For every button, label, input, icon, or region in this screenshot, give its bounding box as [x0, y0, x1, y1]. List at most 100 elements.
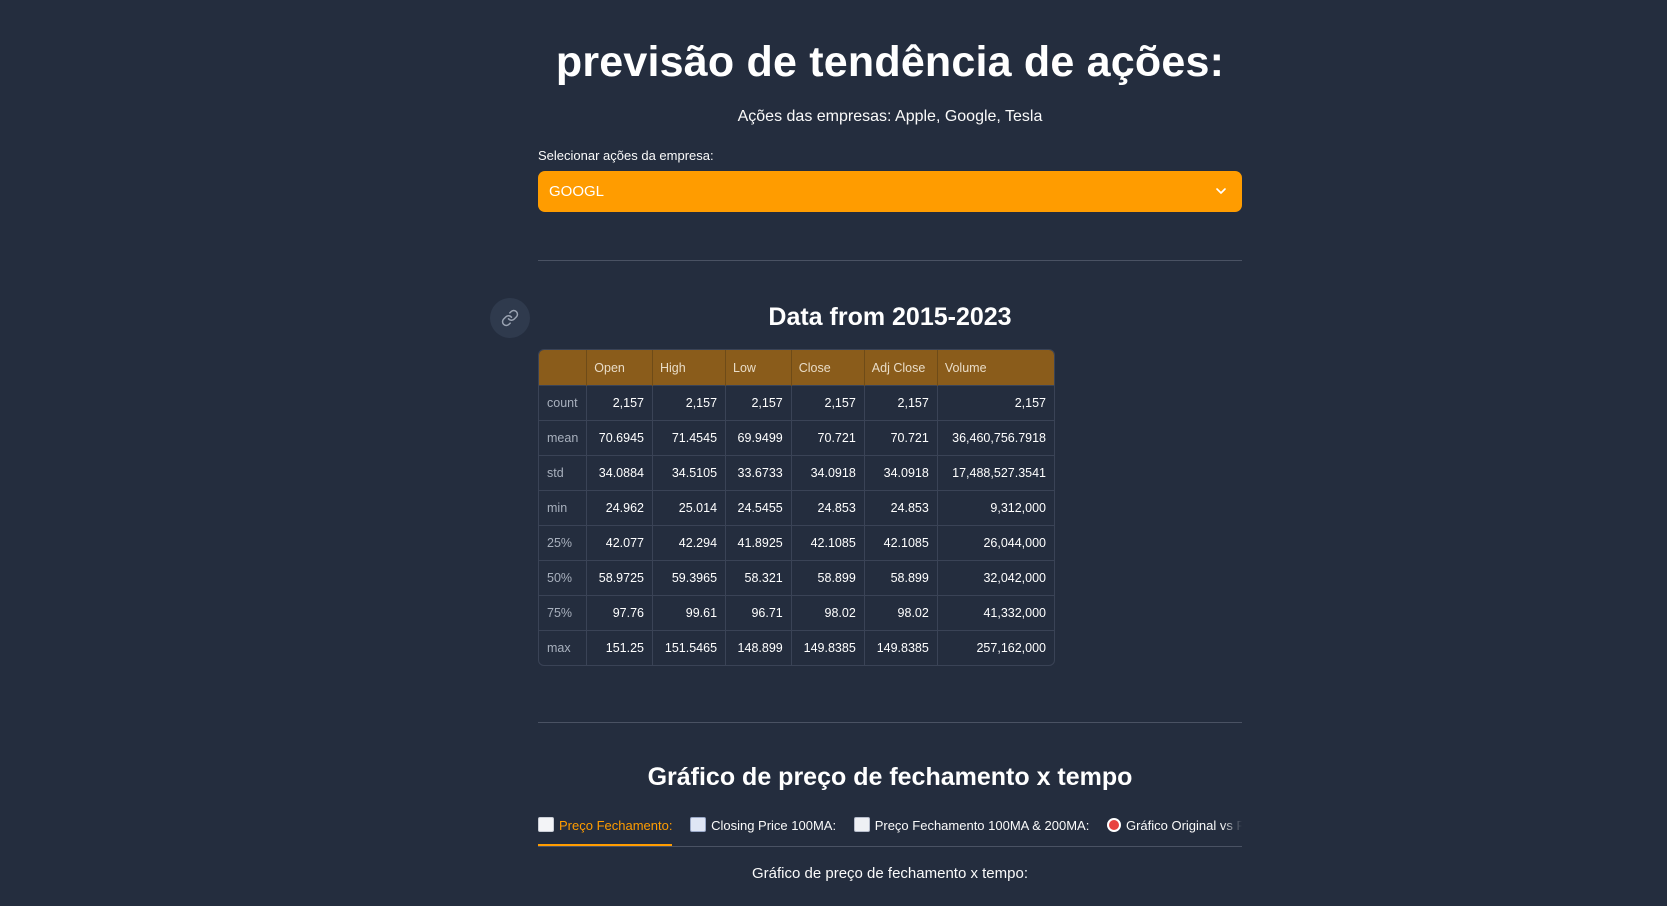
company-select[interactable]: GOOGL	[538, 171, 1242, 212]
row-header[interactable]: std	[539, 455, 588, 491]
table-row: mean 70.6945 71.4545 69.9499 70.721 70.721 36,…	[539, 420, 1054, 456]
row-header[interactable]: max	[539, 630, 588, 665]
row-header[interactable]: 50%	[539, 560, 588, 596]
table-cell[interactable]: 70.6945	[586, 420, 653, 456]
column-header[interactable]: High	[652, 350, 727, 386]
table-cell[interactable]: 2,157	[652, 385, 727, 421]
table-cell[interactable]: 148.899	[725, 630, 792, 665]
column-header[interactable]: Close	[791, 350, 865, 386]
table-cell[interactable]: 70.721	[791, 420, 865, 456]
table-cell[interactable]: 58.9725	[586, 560, 653, 596]
table-cell[interactable]: 151.25	[586, 630, 653, 665]
table-cell[interactable]: 33.6733	[725, 455, 792, 491]
table-cell[interactable]: 9,312,000	[937, 490, 1054, 526]
tab-label: Closing Price 100MA:	[711, 818, 837, 833]
table-cell[interactable]: 2,157	[725, 385, 792, 421]
table-cell[interactable]: 26,044,000	[937, 525, 1054, 561]
target-icon	[1106, 818, 1121, 832]
table-row: count 2,157 2,157 2,157 2,157 2,157 2,157	[539, 385, 1054, 421]
chart-tabs: Preço Fechamento: Closing Price 100MA: P…	[538, 814, 1242, 847]
tab-closing-price-100ma[interactable]: Closing Price 100MA:	[690, 814, 836, 845]
chart-increasing-icon	[538, 817, 554, 832]
chevron-down-icon	[1216, 188, 1226, 194]
table-cell[interactable]: 41.8925	[725, 525, 792, 561]
table-cell[interactable]: 42.1085	[791, 525, 865, 561]
column-header[interactable]: Adj Close	[864, 350, 938, 386]
column-header[interactable]	[539, 350, 588, 386]
divider	[538, 722, 1242, 723]
table-cell[interactable]: 99.61	[652, 595, 727, 631]
table-cell[interactable]: 2,157	[586, 385, 653, 421]
table-cell[interactable]: 70.721	[864, 420, 938, 456]
table-cell[interactable]: 2,157	[864, 385, 938, 421]
table-cell[interactable]: 34.5105	[652, 455, 727, 491]
tab-label: Preço Fechamento:	[559, 818, 673, 833]
divider	[538, 260, 1242, 261]
table-row: min 24.962 25.014 24.5455 24.853 24.853 9,312,…	[539, 490, 1054, 526]
tab-label: Preço Fechamento 100MA & 200MA:	[874, 818, 1090, 833]
table-cell[interactable]: 2,157	[937, 385, 1054, 421]
row-header[interactable]: count	[539, 385, 588, 421]
table-cell[interactable]: 59.3965	[652, 560, 727, 596]
row-header[interactable]: 75%	[539, 595, 588, 631]
table-row: max 151.25 151.5465 148.899 149.8385 149.8385…	[539, 630, 1054, 665]
table-cell[interactable]: 58.899	[864, 560, 938, 596]
link-icon[interactable]	[490, 298, 530, 338]
table-cell[interactable]: 36,460,756.7918	[937, 420, 1054, 456]
table-cell[interactable]: 24.5455	[725, 490, 792, 526]
column-header[interactable]: Volume	[937, 350, 1054, 386]
bar-chart-icon	[853, 817, 870, 832]
table-cell[interactable]: 69.9499	[725, 420, 792, 456]
table-body: count 2,157 2,157 2,157 2,157 2,157 2,157 mean 7…	[539, 385, 1054, 665]
table-cell[interactable]: 24.853	[791, 490, 865, 526]
table-cell[interactable]: 34.0918	[791, 455, 865, 491]
tab-caption: Gráfico de preço de fechamento x tempo:	[752, 865, 1028, 882]
row-header[interactable]: mean	[539, 420, 588, 456]
table-cell[interactable]: 257,162,000	[937, 630, 1054, 665]
row-header[interactable]: 25%	[539, 525, 588, 561]
stats-title: Data from 2015-2023	[768, 303, 1012, 331]
stats-table[interactable]: Open High Low Close Adj Close Volume cou…	[538, 349, 1055, 666]
app-root: previsão de tendência de ações: Ações da…	[0, 0, 1667, 906]
row-header[interactable]: min	[539, 490, 588, 526]
table-cell[interactable]: 98.02	[864, 595, 938, 631]
chart-decreasing-icon	[690, 817, 707, 832]
tab-preco-fechamento[interactable]: Preço Fechamento:	[538, 814, 673, 846]
table-cell[interactable]: 71.4545	[652, 420, 727, 456]
column-header[interactable]: Open	[586, 350, 653, 386]
table-cell[interactable]: 42.1085	[864, 525, 938, 561]
table-row: 50% 58.9725 59.3965 58.321 58.899 58.899 32,04…	[539, 560, 1054, 596]
table-cell[interactable]: 149.8385	[864, 630, 938, 665]
page-title: previsão de tendência de ações:	[555, 38, 1225, 86]
table-cell[interactable]: 42.294	[652, 525, 727, 561]
table-cell[interactable]: 24.962	[586, 490, 653, 526]
table-cell[interactable]: 2,157	[791, 385, 865, 421]
table-cell[interactable]: 98.02	[791, 595, 865, 631]
table-cell[interactable]: 34.0884	[586, 455, 653, 491]
main-content: previsão de tendência de ações: Ações da…	[538, 0, 1242, 882]
company-select-value: GOOGL	[549, 183, 605, 200]
table-row: 75% 97.76 99.61 96.71 98.02 98.02 41,332,000	[539, 595, 1054, 631]
table-cell[interactable]: 58.321	[725, 560, 792, 596]
table-cell[interactable]: 34.0918	[864, 455, 938, 491]
table-cell[interactable]: 149.8385	[791, 630, 865, 665]
tabs-overflow-fade	[1222, 814, 1242, 845]
table-cell[interactable]: 32,042,000	[937, 560, 1054, 596]
table-cell[interactable]: 96.71	[725, 595, 792, 631]
company-select-label: Selecionar ações da empresa:	[538, 148, 714, 163]
table-cell[interactable]: 97.76	[586, 595, 653, 631]
table-cell[interactable]: 25.014	[652, 490, 727, 526]
table-cell[interactable]: 151.5465	[652, 630, 727, 665]
page-subtitle: Ações das empresas: Apple, Google, Tesla	[737, 108, 1043, 125]
table-row: std 34.0884 34.5105 33.6733 34.0918 34.0918 17…	[539, 455, 1054, 491]
tab-preco-fechamento-100ma-200ma[interactable]: Preço Fechamento 100MA & 200MA:	[853, 814, 1090, 845]
table-cell[interactable]: 24.853	[864, 490, 938, 526]
table-cell[interactable]: 58.899	[791, 560, 865, 596]
table-cell[interactable]: 41,332,000	[937, 595, 1054, 631]
table-header-row: Open High Low Close Adj Close Volume	[539, 350, 1054, 386]
column-header[interactable]: Low	[725, 350, 792, 386]
table-cell[interactable]: 42.077	[586, 525, 653, 561]
table-cell[interactable]: 17,488,527.3541	[937, 455, 1054, 491]
table-row: 25% 42.077 42.294 41.8925 42.1085 42.1085 26,0…	[539, 525, 1054, 561]
chart-section-title: Gráfico de preço de fechamento x tempo	[647, 763, 1133, 791]
